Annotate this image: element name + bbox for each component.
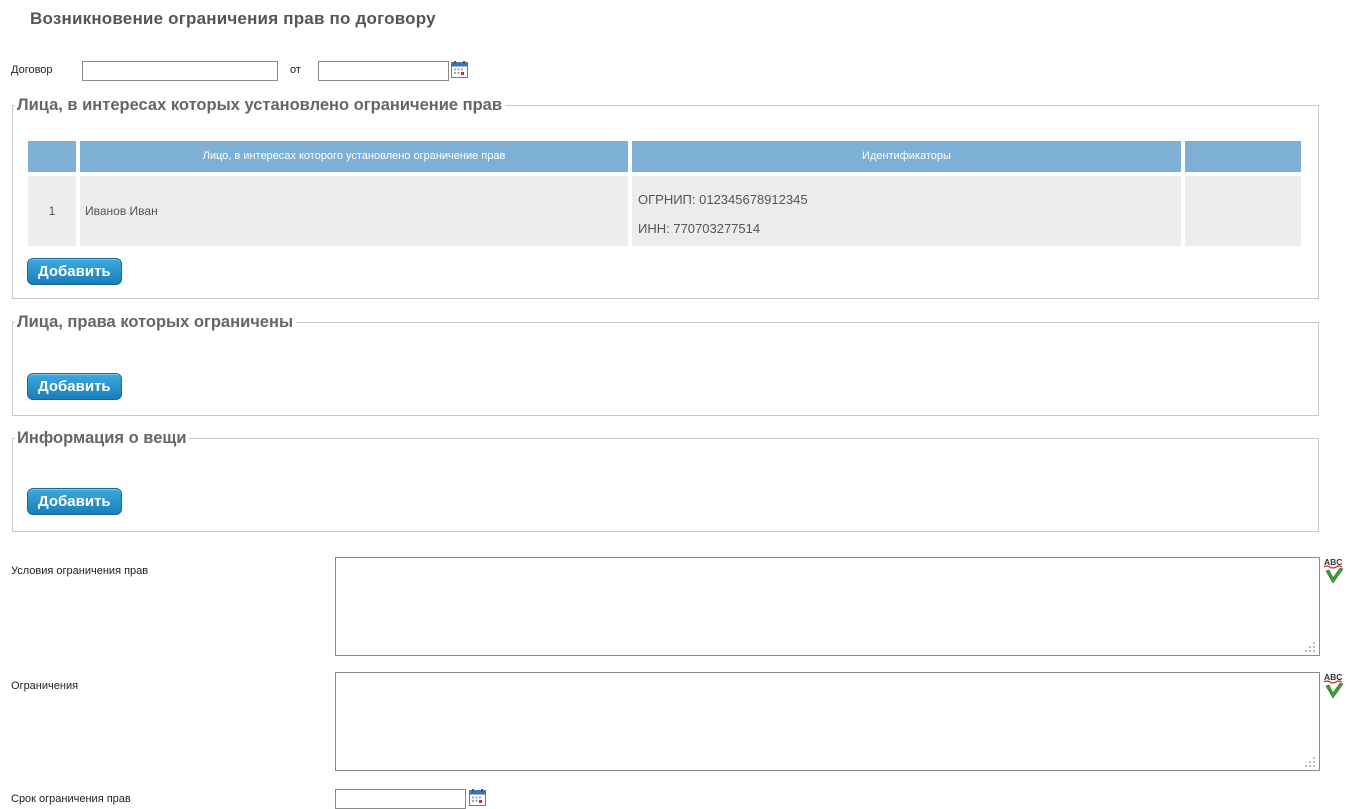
- grid-row-actions: [1185, 176, 1301, 246]
- resize-grip-icon[interactable]: [1305, 642, 1315, 652]
- restrictions-label: Ограничения: [11, 680, 79, 692]
- contract-label: Договор: [11, 64, 53, 76]
- grid-header-actions: [1185, 141, 1301, 172]
- contract-date-input[interactable]: [318, 61, 449, 81]
- grid-header-identifiers: Идентификаторы: [632, 141, 1181, 172]
- restricted-section: Лица, права которых ограничены: [12, 313, 1319, 416]
- calendar-icon[interactable]: [469, 789, 486, 806]
- term-date-input[interactable]: [335, 789, 466, 809]
- add-thing-button[interactable]: Добавить: [27, 488, 122, 515]
- contract-from-label: от: [290, 64, 301, 76]
- resize-grip-icon[interactable]: [1305, 757, 1315, 767]
- spellcheck-icon[interactable]: ABC: [1323, 671, 1345, 701]
- identifier-ogrnip: ОГРНИП: 012345678912345: [638, 192, 808, 207]
- thing-section: Информация о вещи: [12, 429, 1319, 532]
- conditions-textarea[interactable]: [335, 557, 1320, 656]
- grid-row-name[interactable]: Иванов Иван: [80, 176, 628, 246]
- thing-legend: Информация о вещи: [17, 429, 187, 447]
- add-beneficiary-button[interactable]: Добавить: [27, 258, 122, 285]
- restrictions-textarea[interactable]: [335, 672, 1320, 771]
- spellcheck-icon[interactable]: ABC: [1323, 556, 1345, 586]
- calendar-icon[interactable]: [451, 61, 468, 78]
- contract-number-input[interactable]: [82, 61, 278, 81]
- restricted-legend: Лица, права которых ограничены: [17, 313, 294, 331]
- grid-row-identifiers: ОГРНИП: 012345678912345 ИНН: 77070327751…: [632, 176, 1181, 246]
- identifier-inn: ИНН: 770703277514: [638, 221, 761, 236]
- page-title: Возникновение ограничения прав по догово…: [30, 9, 436, 28]
- grid-header-person: Лицо, в интересах которого установлено о…: [80, 141, 628, 172]
- beneficiaries-legend: Лица, в интересах которых установлено ог…: [17, 96, 502, 114]
- conditions-label: Условия ограничения прав: [11, 565, 149, 577]
- add-restricted-button[interactable]: Добавить: [27, 373, 122, 400]
- grid-header-index: [28, 141, 76, 172]
- term-label: Срок ограничения прав: [11, 793, 131, 805]
- grid-row-index: 1: [28, 176, 76, 246]
